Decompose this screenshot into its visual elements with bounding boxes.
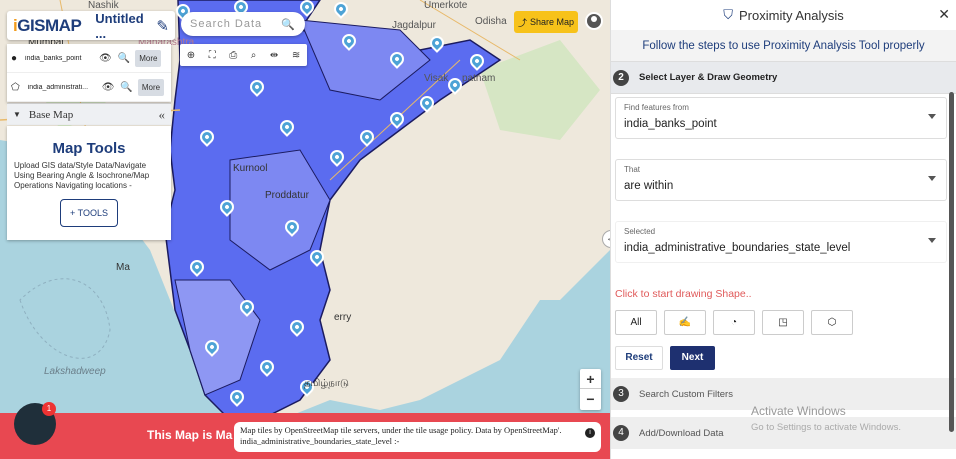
draw-polygon-icon[interactable]: ⬡ [811,310,853,335]
map-label-kurnool: Kurnool [233,163,268,174]
map-label-umerkote: Umerkote [424,0,468,11]
map-attribution: Map tiles by OpenStreetMap tile servers,… [234,422,601,452]
edit-pencil-icon[interactable]: ✎ [156,17,169,35]
find-features-select[interactable]: Find features from india_banks_point [615,97,947,139]
field-label: That [624,165,641,174]
panel-title: Proximity Analysis [739,7,844,23]
field-value: india_administrative_boundaries_state_le… [624,242,851,254]
zoom-search-icon[interactable]: ⌕ [251,50,257,61]
share-icon: ⤴ [517,17,527,28]
info-icon[interactable]: i [585,428,595,438]
layers-icon[interactable]: ≋ [292,50,300,61]
visibility-eye-icon[interactable]: 👁 [99,53,112,64]
add-tools-button[interactable]: + TOOLS [60,199,118,227]
field-value: are within [624,180,674,192]
layer-name: india_banks_point [25,54,82,62]
map-label-ma: Ma [116,262,130,273]
zoom-to-layer-icon[interactable]: 🔍 [118,53,130,64]
map-tools-title: Map Tools [52,140,126,157]
step-number: 2 [613,69,629,86]
attribution-line-2: india_administrative_boundaries_state_le… [240,436,400,446]
dropdown-caret-icon [928,114,936,119]
step-number: 3 [613,386,629,402]
step-label: Add/Download Data [639,427,724,439]
select-all-button[interactable]: All [615,310,657,335]
zoom-to-layer-icon[interactable]: 🔍 [120,82,132,93]
chat-notification-badge: 1 [42,402,56,416]
measure-icon[interactable]: ⇹ [270,50,278,61]
draw-circle-icon[interactable]: ◔ [713,310,755,335]
dropdown-caret-icon [928,176,936,181]
fullscreen-icon[interactable]: ⛶ [209,50,216,61]
map-toolbar: ⊕ ⛶ ⎙ ⌕ ⇹ ≋ [180,44,307,66]
selected-layer-select[interactable]: Selected india_administrative_boundaries… [615,221,947,263]
proximity-panel: ⛉ Proximity Analysis ✕ Follow the steps … [610,0,956,459]
panel-scrollbar[interactable] [949,92,954,432]
visibility-eye-icon[interactable]: 👁 [102,82,115,93]
locate-icon[interactable]: ⊕ [187,50,195,61]
draw-shape-hint: Click to start drawing Shape.. [615,288,752,300]
field-label: Selected [624,227,656,236]
layer-more-button[interactable]: More [137,78,165,96]
reset-button[interactable]: Reset [615,346,663,370]
zoom-control: + − [580,369,601,410]
point-marker-icon: ● [11,52,18,64]
brand-bar: iGISMAP Untitled ... ✎ [7,11,175,41]
search-box[interactable]: Search Data 🔍 [181,12,305,36]
panel-subtitle: Follow the steps to use Proximity Analys… [611,30,956,62]
search-input[interactable]: Search Data [190,18,262,30]
draw-rectangle-icon[interactable]: ◳ [762,310,804,335]
basemap-label: Base Map [28,108,74,121]
step-label: Search Custom Filters [639,388,733,400]
next-button[interactable]: Next [670,346,715,370]
layer-name: india_administrati... [27,83,89,91]
attribution-line-1: Map tiles by OpenStreetMap tile servers,… [240,425,562,435]
map-label-patnam: patnam [462,73,496,84]
close-icon[interactable]: ✕ [938,6,950,23]
layer-list: ● india_banks_point 👁 🔍 More ⬠ india_adm… [7,44,171,102]
dropdown-caret-icon [928,238,936,243]
zoom-in-button[interactable]: + [580,369,601,389]
step-2-header[interactable]: 2 Select Layer & Draw Geometry [611,62,956,94]
layer-row-banks[interactable]: ● india_banks_point 👁 🔍 More [7,44,171,73]
map-tools-description: Upload GIS data/Style Data/Navigate Usin… [14,161,150,190]
print-icon[interactable]: ⎙ [229,50,237,61]
step-number: 4 [613,425,629,441]
collapse-chevron-icon[interactable]: « [159,107,166,123]
polygon-icon: ⬠ [11,81,20,93]
caret-down-icon: ▼ [13,110,21,119]
banner-text: This Map is Ma [147,428,233,442]
map-tools-card: Map Tools Upload GIS data/Style Data/Nav… [7,126,171,240]
zoom-out-button[interactable]: − [580,389,601,409]
map-label-jagdalpur: Jagdalpur [392,20,436,31]
layer-more-button[interactable]: More [135,49,162,67]
map-label-erry: erry [334,312,352,323]
share-label: Share Map [529,17,575,27]
step-label: Select Layer & Draw Geometry [639,72,778,83]
gismap-logo[interactable]: iGISMAP [13,16,82,36]
field-value: india_banks_point [624,118,717,130]
field-label: Find features from [624,103,689,112]
search-icon[interactable]: 🔍 [281,18,296,31]
app-root: Nashik Mumbai Maharashtra Umerkote Jagda… [0,0,956,459]
panel-header: ⛉ Proximity Analysis ✕ [611,0,956,30]
proximity-icon: ⛉ [723,7,733,22]
map-title[interactable]: Untitled ... [95,11,156,41]
map-label-nashik: Nashik [88,0,119,11]
map-label-proddatur: Proddatur [265,190,309,201]
activate-windows-subtitle: Go to Settings to activate Windows. [751,422,901,433]
user-avatar-icon[interactable] [585,12,603,30]
map-label-vizag: Visak [424,73,449,84]
draw-freehand-icon[interactable]: ✍ [664,310,706,335]
map-label-odisha: Odisha [475,16,507,27]
basemap-toggle[interactable]: ▼ Base Map « [7,103,171,125]
activate-windows-title: Activate Windows [751,404,846,418]
layer-row-admin[interactable]: ⬠ india_administrati... 👁 🔍 More [7,73,171,102]
relation-select[interactable]: That are within [615,159,947,201]
map-label-lakshadweep: Lakshadweep [44,366,106,377]
share-map-button[interactable]: ⤴ Share Map [514,11,578,33]
map-canvas[interactable]: Nashik Mumbai Maharashtra Umerkote Jagda… [0,0,610,459]
map-label-tamil: தமிழ்நாடு [304,378,349,389]
